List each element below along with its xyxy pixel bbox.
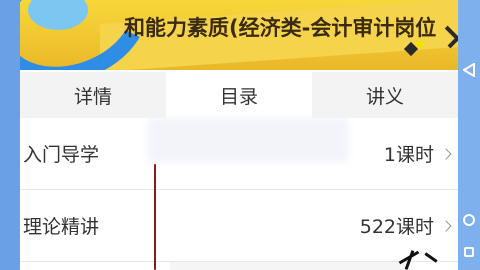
annotation-line [154, 164, 156, 270]
home-icon[interactable] [461, 212, 477, 228]
tab-handouts[interactable]: 讲义 [312, 72, 458, 118]
tab-catalog[interactable]: 目录 [166, 72, 312, 118]
tab-bar: 详情 目录 讲义 [20, 72, 458, 118]
course-title: 和能力素质(经济类-会计审计岗位 [124, 16, 437, 40]
system-nav-bar [458, 0, 480, 270]
decoration-dot [416, 40, 424, 48]
chapter-title: 理论精讲 [23, 216, 100, 238]
chapter-hours: 522课时 [359, 216, 434, 238]
blurred-overlay [148, 118, 348, 162]
chevron-right-icon [440, 147, 452, 160]
chapter-hours: 1课时 [383, 144, 434, 166]
recent-apps-icon[interactable] [461, 244, 477, 260]
back-icon[interactable] [461, 62, 477, 78]
list-item[interactable]: 理论精讲 522课时 [20, 190, 458, 262]
chapter-title: 入门导学 [23, 144, 100, 166]
app-screen: 和能力素质(经济类-会计审计岗位 详情 目录 讲义 入门导学 1课时 理论精讲 … [20, 0, 458, 270]
chevron-right-icon [440, 219, 452, 232]
tab-details[interactable]: 详情 [20, 72, 166, 118]
course-banner: 和能力素质(经济类-会计审计岗位 [20, 0, 458, 70]
next-row-hint [170, 262, 410, 270]
